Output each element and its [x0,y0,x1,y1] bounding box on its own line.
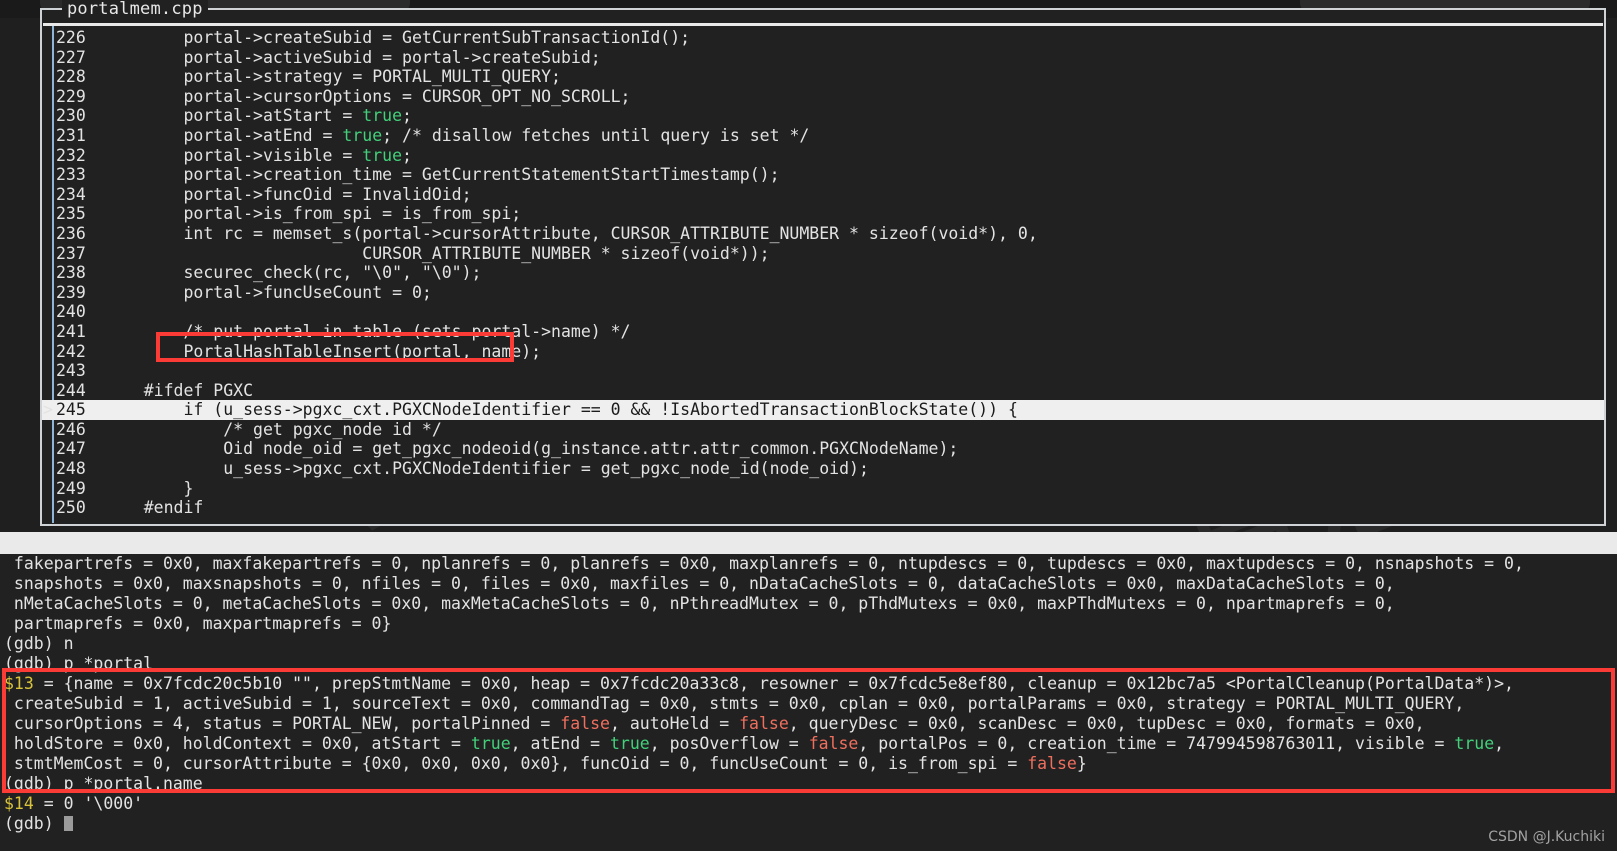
source-line-number: 244 [56,380,86,400]
source-line-number: 230 [56,106,86,126]
source-line-text: u_sess->pgxc_cxt.PGXCNodeIdentifier = ge… [104,459,869,479]
source-line-number: 248 [56,459,86,479]
source-line-text: portal->visible = true; [104,145,412,165]
source-line-text: portal->funcUseCount = 0; [104,282,432,302]
gdb-output-line: fakepartrefs = 0x0, maxfakepartrefs = 0,… [4,554,1524,573]
source-line-text: } [104,478,194,498]
source-line-number: 231 [56,125,86,145]
source-line[interactable]: 230 portal->atStart = true; [42,106,1604,126]
source-line-text: int rc = memset_s(portal->cursorAttribut… [104,223,1038,243]
source-line[interactable]: 227 portal->activeSubid = portal->create… [42,48,1604,68]
source-line[interactable]: 233 portal->creation_time = GetCurrentSt… [42,165,1604,185]
source-line-number: 235 [56,204,86,224]
source-line[interactable]: 234 portal->funcOid = InvalidOid; [42,185,1604,205]
source-file-title: portalmem.cpp [62,0,208,19]
gdb-output-line: holdStore = 0x0, holdContext = 0x0, atSt… [4,734,1505,753]
gdb-output-line: cursorOptions = 4, status = PORTAL_NEW, … [4,714,1425,733]
source-line[interactable]: 239 portal->funcUseCount = 0; [42,283,1604,303]
gdb-prompt-active[interactable]: (gdb) [0,814,1617,834]
source-line-number: 249 [56,478,86,498]
source-line-number: 239 [56,282,86,302]
source-line[interactable]: 232 portal->visible = true; [42,146,1604,166]
source-line-number: 246 [56,419,86,439]
source-line-number: 243 [56,361,86,381]
source-line[interactable]: 248 u_sess->pgxc_cxt.PGXCNodeIdentifier … [42,459,1604,479]
source-line[interactable]: >245 if (u_sess->pgxc_cxt.PGXCNodeIdenti… [42,400,1604,420]
source-line-number: 226 [56,28,86,47]
source-line-text: portal->atStart = true; [104,106,412,126]
source-line-number: 236 [56,223,86,243]
source-line-number: 247 [56,439,86,459]
gdb-prompt-line: (gdb) p *portal.name [4,774,203,793]
source-line-text: portal->createSubid = GetCurrentSubTrans… [104,28,691,47]
source-line-number: 240 [56,302,86,322]
gdb-value-ref: $13 [4,674,34,693]
source-line[interactable]: 229 portal->cursorOptions = CURSOR_OPT_N… [42,87,1604,107]
source-line-text: /* get pgxc_node id */ [104,419,442,439]
text-cursor [63,816,73,831]
source-line-text: #ifdef PGXC [104,380,254,400]
gdb-prompt-line: (gdb) n [4,634,74,653]
gdb-value-line: $13 = {name = 0x7fcdc20c5b10 "", prepStm… [4,674,1514,693]
source-title-separator [43,23,1603,26]
source-line[interactable]: 228 portal->strategy = PORTAL_MULTI_QUER… [42,67,1604,87]
source-line-number: 233 [56,165,86,185]
source-line-number: 227 [56,47,86,67]
gdb-output-line: nMetaCacheSlots = 0, metaCacheSlots = 0x… [4,594,1395,613]
gdb-value-ref: $14 [4,794,34,813]
source-line[interactable]: 236 int rc = memset_s(portal->cursorAttr… [42,224,1604,244]
gdb-output-line: partmaprefs = 0x0, maxpartmaprefs = 0} [4,614,392,633]
source-line-number: 228 [56,67,86,87]
source-line-number: 245 [56,400,86,420]
source-line[interactable]: 240 [42,302,1604,322]
source-line[interactable]: 246 /* get pgxc_node id */ [42,420,1604,440]
source-line-text: portal->cursorOptions = CURSOR_OPT_NO_SC… [104,86,631,106]
source-line-number: 250 [56,498,86,518]
source-line[interactable]: 249 } [42,479,1604,499]
source-line-text: if (u_sess->pgxc_cxt.PGXCNodeIdentifier … [104,400,1018,420]
terminal-window: 贾浩文 贾浩文 贾浩文 贾浩文 贾浩文 贾浩文 portalmem.cpp 22… [0,0,1617,851]
source-line-text: portal->atEnd = true; /* disallow fetche… [104,125,810,145]
csdn-watermark: CSDN @J.Kuchiki [1488,829,1605,845]
source-line[interactable]: 247 Oid node_oid = get_pgxc_nodeoid(g_in… [42,439,1604,459]
source-line-number: 232 [56,145,86,165]
source-line-text: /* put portal in table (sets portal->nam… [104,321,631,341]
source-line[interactable]: 244 #ifdef PGXC [42,381,1604,401]
source-line-number: 238 [56,263,86,283]
source-line-text: portal->creation_time = GetCurrentStatem… [104,165,780,185]
gdb-prompt-line: (gdb) p *portal [4,654,154,673]
source-line-number: 237 [56,243,86,263]
gdb-output-line: stmtMemCost = 0, cursorAttribute = {0x0,… [4,754,1087,773]
source-line-number: 242 [56,341,86,361]
gdb-output-line: snapshots = 0x0, maxsnapshots = 0, nfile… [4,574,1395,593]
source-line[interactable]: 241 /* put portal in table (sets portal-… [42,322,1604,342]
source-line[interactable]: 250 #endif [42,498,1604,518]
source-line[interactable]: 237 CURSOR_ATTRIBUTE_NUMBER * sizeof(voi… [42,244,1604,264]
source-line-number: 241 [56,321,86,341]
source-line-text: portal->activeSubid = portal->createSubi… [104,47,601,67]
source-line[interactable]: 242 PortalHashTableInsert(portal, name); [42,342,1604,362]
current-line-marker: > [43,400,53,420]
source-line[interactable]: 226 portal->createSubid = GetCurrentSubT… [42,28,1604,48]
source-window: portalmem.cpp 226 portal->createSubid = … [40,0,1606,526]
source-line[interactable]: 235 portal->is_from_spi = is_from_spi; [42,204,1604,224]
source-line[interactable]: 243 [42,361,1604,381]
source-line-text: portal->funcOid = InvalidOid; [104,184,472,204]
source-code-lines[interactable]: 226 portal->createSubid = GetCurrentSubT… [42,28,1604,524]
source-line-text: #endif [104,498,204,518]
gdb-console-output[interactable]: fakepartrefs = 0x0, maxfakepartrefs = 0,… [0,554,1617,851]
source-line[interactable]: 231 portal->atEnd = true; /* disallow fe… [42,126,1604,146]
source-line-number: 229 [56,86,86,106]
source-line-text: CURSOR_ATTRIBUTE_NUMBER * sizeof(void*))… [104,243,770,263]
source-line-text: securec_check(rc, "\0", "\0"); [104,263,482,283]
source-line-text: PortalHashTableInsert(portal, name); [104,341,542,361]
source-line[interactable]: 238 securec_check(rc, "\0", "\0"); [42,263,1604,283]
source-line-text: portal->strategy = PORTAL_MULTI_QUERY; [104,67,561,87]
source-line-number: 234 [56,184,86,204]
source-line-text: Oid node_oid = get_pgxc_nodeoid(g_instan… [104,439,959,459]
source-line-text: portal->is_from_spi = is_from_spi; [104,204,522,224]
gdb-output-line: createSubid = 1, activeSubid = 1, source… [4,694,1465,713]
gdb-value-line: $14 = 0 '\000' [4,794,144,813]
gdb-status-bar: multi-thre Thread 0x7fcdc In: CreatePort… [0,532,1617,596]
